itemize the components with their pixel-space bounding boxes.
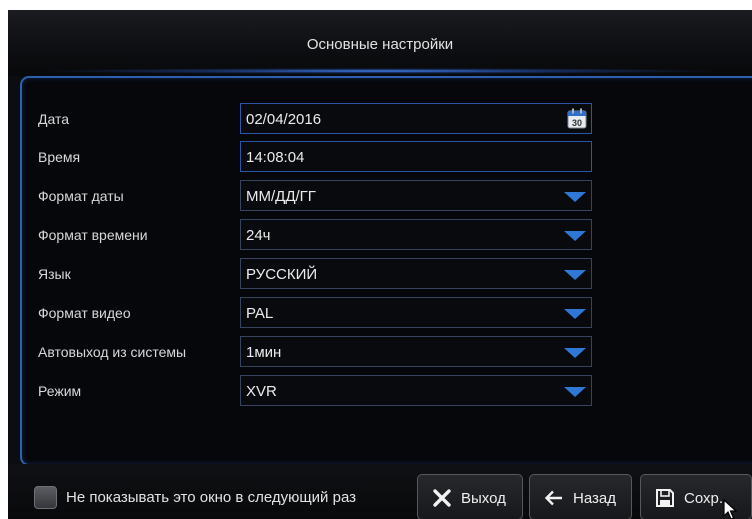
chevron-down-icon[interactable] [564,387,586,397]
setting-row-date-format: Формат даты ММ/ДД/ГГ [22,179,752,213]
chevron-down-icon[interactable] [564,270,586,280]
date-field[interactable]: 02/04/2016 30 [240,103,592,134]
time-format-label: Формат времени [38,227,148,243]
dont-show-checkbox[interactable] [34,486,57,509]
settings-panel: Дата 02/04/2016 30 Время 14:08:04 Формат… [20,76,752,466]
mouse-cursor-icon [723,499,737,519]
save-button-label: Сохр. [684,490,724,507]
dont-show-label[interactable]: Не показывать это окно в следующий раз [66,489,415,506]
auto-logout-label: Автовыход из системы [38,344,187,360]
setting-row-video-format: Формат видео PAL [22,296,752,330]
calendar-icon-day: 30 [572,118,582,128]
time-format-select[interactable]: 24ч [240,219,592,250]
setting-row-mode: Режим XVR [22,374,752,408]
language-label: Язык [38,266,71,282]
exit-button[interactable]: Выход [417,474,523,519]
back-button[interactable]: Назад [529,474,632,519]
setting-row-time-format: Формат времени 24ч [22,218,752,252]
chevron-down-icon[interactable] [564,192,586,202]
calendar-icon[interactable]: 30 [567,108,587,129]
close-icon [433,489,451,507]
setting-row-auto-logout: Автовыход из системы 1мин [22,335,752,369]
mode-value: XVR [246,383,277,400]
time-label: Время [38,149,81,165]
mode-select[interactable]: XVR [240,375,592,406]
settings-dialog: Основные настройки Дата 02/04/2016 30 Вр… [8,10,752,519]
language-value: РУССКИЙ [246,266,318,283]
chevron-down-icon[interactable] [564,348,586,358]
exit-button-label: Выход [461,490,506,507]
video-format-select[interactable]: PAL [240,297,592,328]
time-field[interactable]: 14:08:04 [240,141,592,172]
mode-label: Режим [38,383,82,399]
video-format-label: Формат видео [38,305,131,321]
chevron-down-icon[interactable] [564,231,586,241]
title-bar: Основные настройки [8,10,752,76]
date-format-value: ММ/ДД/ГГ [246,188,316,205]
chevron-down-icon[interactable] [564,309,586,319]
setting-row-language: Язык РУССКИЙ [22,257,752,291]
title-glow-line [38,68,722,74]
auto-logout-select[interactable]: 1мин [240,336,592,367]
back-button-label: Назад [573,490,616,507]
setting-row-date: Дата 02/04/2016 30 [22,102,752,136]
time-value: 14:08:04 [246,149,305,166]
date-format-label: Формат даты [38,188,124,204]
language-select[interactable]: РУССКИЙ [240,258,592,289]
save-icon [656,489,674,507]
auto-logout-value: 1мин [246,344,282,361]
date-label: Дата [38,111,70,127]
setting-row-time: Время 14:08:04 [22,140,752,174]
arrow-left-icon [544,490,562,506]
date-value: 02/04/2016 [246,111,322,128]
date-format-select[interactable]: ММ/ДД/ГГ [240,180,592,211]
video-format-value: PAL [246,305,274,322]
dialog-title: Основные настройки [306,36,454,53]
time-format-value: 24ч [246,227,271,244]
